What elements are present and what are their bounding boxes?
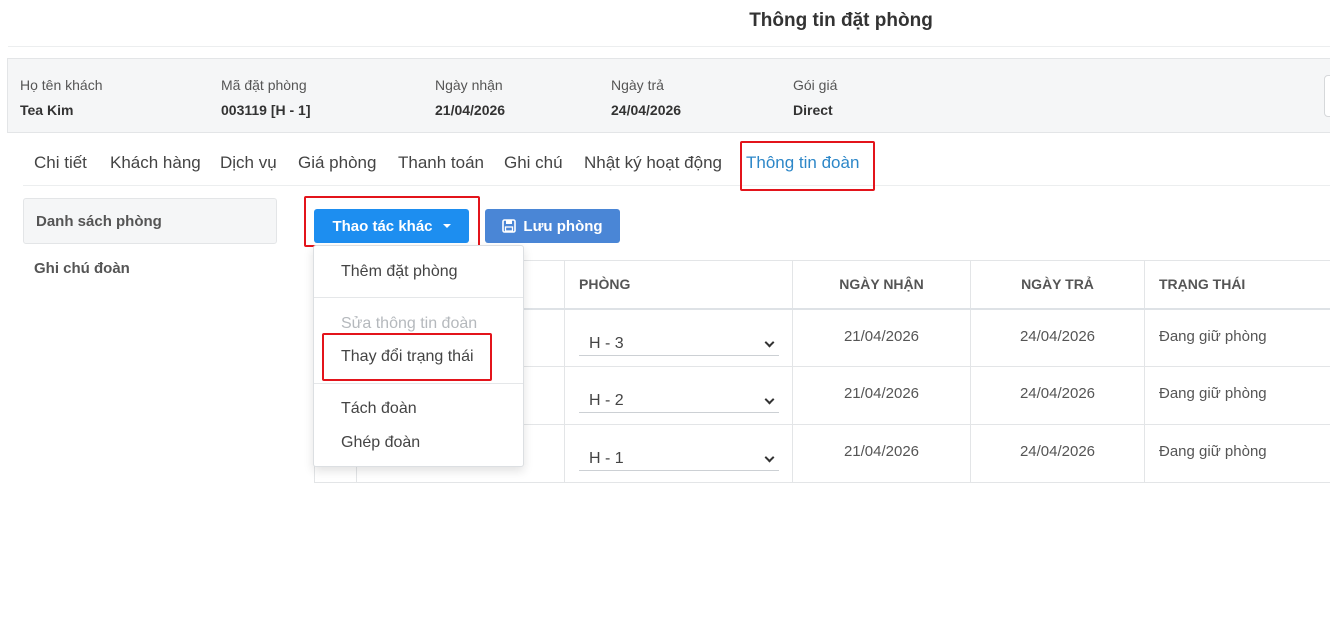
chevron-down-icon [764, 394, 775, 405]
guest-name-field: Họ tên khách Tea Kim [20, 75, 103, 120]
page-title: Thông tin đặt phòng [749, 10, 933, 31]
menu-item-add-booking[interactable]: Thêm đặt phòng [341, 261, 458, 283]
menu-divider [314, 383, 523, 384]
checkin-cell: 21/04/2026 [792, 308, 971, 367]
checkout-date-value: 24/04/2026 [611, 102, 682, 118]
booking-code-label: Mã đặt phòng [221, 77, 307, 93]
menu-item-edit-group: Sửa thông tin đoàn [341, 315, 478, 332]
checkin-date-value: 21/04/2026 [435, 102, 506, 118]
booking-code-field: Mã đặt phòng 003119 [H - 1] [221, 75, 311, 120]
checkin-cell: 21/04/2026 [792, 366, 971, 425]
menu-item-split-group[interactable]: Tách đoàn [341, 398, 417, 420]
room-column-header: PHÒNG [564, 260, 793, 310]
room-select[interactable]: H - 1 [579, 445, 779, 471]
tab-customers[interactable]: Khách hàng [110, 152, 201, 174]
rate-plan-value: Direct [793, 102, 833, 118]
room-cell: H - 3 [564, 308, 793, 367]
status-cell: Đang giữ phòng [1144, 366, 1330, 425]
booking-tabs: Chi tiết Khách hàng Dịch vụ Giá phòng Th… [23, 148, 1330, 186]
guest-name-value: Tea Kim [20, 102, 74, 118]
status-column-header: TRẠNG THÁI [1144, 260, 1330, 310]
checkin-date-label: Ngày nhận [435, 77, 503, 93]
chevron-down-icon [764, 452, 775, 463]
title-divider [8, 46, 1330, 47]
tab-notes[interactable]: Ghi chú [504, 152, 563, 174]
guest-name-label: Họ tên khách [20, 77, 103, 93]
save-room-label: Lưu phòng [523, 217, 603, 235]
sidebar-item-group-notes[interactable]: Ghi chú đoàn [23, 246, 277, 292]
room-select-value: H - 1 [589, 450, 624, 467]
tab-payments[interactable]: Thanh toán [398, 152, 484, 174]
checkin-date-field: Ngày nhận 21/04/2026 [435, 75, 505, 120]
room-cell: H - 1 [564, 424, 793, 483]
room-select[interactable]: H - 2 [579, 387, 779, 413]
tab-group-info[interactable]: Thông tin đoàn [746, 152, 859, 174]
more-actions-button[interactable]: Thao tác khác [314, 209, 469, 243]
caret-down-icon [442, 224, 451, 228]
rate-plan-field: Gói giá Direct [793, 75, 837, 120]
tab-room-rates[interactable]: Giá phòng [298, 152, 376, 174]
checkout-date-field: Ngày trả 24/04/2026 [611, 75, 681, 120]
checkout-date-label: Ngày trả [611, 77, 664, 93]
menu-divider [314, 297, 523, 298]
tab-activity-log[interactable]: Nhật ký hoạt động [584, 152, 722, 174]
menu-item-merge-group[interactable]: Ghép đoàn [341, 432, 420, 454]
sidebar-item-room-list[interactable]: Danh sách phòng [23, 198, 277, 244]
rate-plan-label: Gói giá [793, 77, 838, 93]
checkin-column-header: NGÀY NHẬN [792, 260, 971, 310]
booking-code-value: 003119 [H - 1] [221, 102, 311, 118]
room-cell: H - 2 [564, 366, 793, 425]
tab-details[interactable]: Chi tiết [34, 152, 87, 174]
more-actions-menu: Thêm đặt phòng Sửa thông tin đoàn Thay đ… [313, 245, 524, 467]
checkout-cell: 24/04/2026 [970, 366, 1145, 425]
save-room-button[interactable]: Lưu phòng [485, 209, 620, 243]
chevron-down-icon [764, 337, 775, 347]
header-action-button[interactable] [1324, 75, 1330, 117]
booking-summary: Họ tên khách Tea Kim Mã đặt phòng 003119… [7, 58, 1330, 133]
status-cell: Đang giữ phòng [1144, 424, 1330, 483]
room-select-value: H - 3 [589, 334, 624, 352]
checkout-cell: 24/04/2026 [970, 424, 1145, 483]
menu-item-change-status[interactable]: Thay đổi trạng thái [341, 346, 474, 368]
checkout-column-header: NGÀY TRẢ [970, 260, 1145, 310]
checkin-cell: 21/04/2026 [792, 424, 971, 483]
status-cell: Đang giữ phòng [1144, 308, 1330, 367]
tab-services[interactable]: Dịch vụ [220, 152, 277, 174]
room-select[interactable]: H - 3 [579, 330, 779, 356]
checkout-cell: 24/04/2026 [970, 308, 1145, 367]
room-select-value: H - 2 [589, 392, 624, 409]
floppy-disk-icon [502, 219, 517, 233]
more-actions-label: Thao tác khác [332, 217, 433, 235]
